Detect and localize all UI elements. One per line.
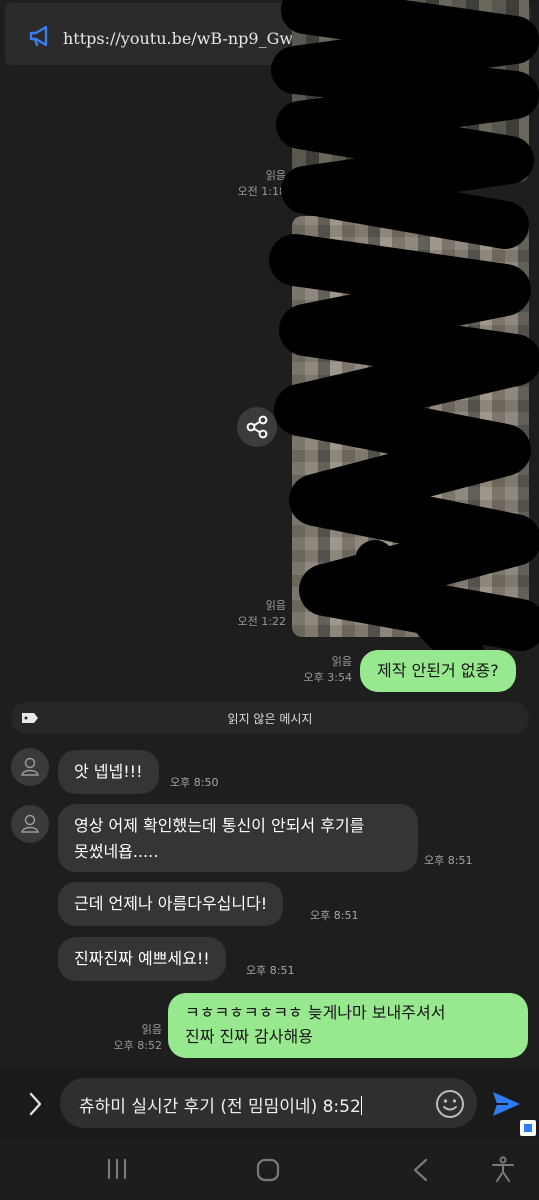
- megaphone-icon: [29, 25, 48, 47]
- message-input[interactable]: 츄하미 실시간 후기 (전 밈밈이네) 8:52: [60, 1078, 477, 1128]
- message-time: 오후 8:51: [246, 964, 295, 977]
- share-button[interactable]: [237, 407, 277, 447]
- message-text: ㅋㅎㅋㅎㅋㅎㅋㅎ 늦게나마 보내주셔서: [185, 1003, 446, 1022]
- incoming-message[interactable]: 앗 넵넵!!!: [58, 750, 159, 794]
- message-text: 근데 언제나 아름다우십니다!: [74, 894, 268, 913]
- message-text: 못썼네욥.....: [74, 842, 159, 861]
- message-text: 진짜진짜 예쁘세요!!: [74, 949, 210, 968]
- read-receipt: 읽음 오후 8:52: [113, 1023, 162, 1052]
- message-time: 오후 8:51: [310, 909, 359, 922]
- system-nav-bar: [0, 1140, 539, 1200]
- avatar[interactable]: [11, 805, 49, 843]
- accessibility-button[interactable]: [490, 1155, 516, 1187]
- unread-label: 읽지 않은 메시지: [227, 712, 313, 726]
- back-icon: [413, 1158, 428, 1182]
- smiley-icon: [436, 1090, 464, 1118]
- censor-scribble: [269, 0, 539, 675]
- message-text: 제작 안된거 없죵?: [377, 661, 499, 680]
- message-text: 진짜 진짜 감사해용: [185, 1027, 313, 1046]
- outgoing-message[interactable]: 제작 안된거 없죵?: [360, 650, 516, 692]
- person-icon: [21, 814, 39, 833]
- back-button[interactable]: [408, 1157, 434, 1187]
- chevron-right-icon: [29, 1092, 42, 1116]
- home-icon: [256, 1158, 280, 1182]
- person-icon: [21, 757, 39, 776]
- message-input-value: 츄하미 실시간 후기 (전 밈밈이네) 8:52: [79, 1097, 361, 1117]
- send-icon: [493, 1092, 520, 1116]
- corner-badge: [520, 1120, 536, 1136]
- expand-button[interactable]: [22, 1090, 48, 1122]
- incoming-message[interactable]: 근데 언제나 아름다우십니다!: [58, 882, 284, 926]
- message-time: 오후 8:51: [424, 854, 473, 867]
- incoming-message[interactable]: 영상 어제 확인했는데 통신이 안되서 후기를 못썼네욥.....: [58, 804, 418, 872]
- badge-icon: [524, 1124, 532, 1132]
- emoji-button[interactable]: [434, 1088, 466, 1124]
- recent-apps-button[interactable]: [104, 1157, 130, 1185]
- accessibility-icon: [492, 1156, 514, 1182]
- message-text: 앗 넵넵!!!: [74, 762, 143, 781]
- send-button[interactable]: [490, 1088, 522, 1124]
- read-receipt: 읽음 오후 3:54: [303, 655, 352, 684]
- home-button[interactable]: [255, 1157, 281, 1187]
- outgoing-message[interactable]: ㅋㅎㅋㅎㅋㅎㅋㅎ 늦게나마 보내주셔서 진짜 진짜 감사해용: [168, 993, 528, 1058]
- message-time: 오후 8:50: [170, 776, 219, 789]
- message-text: 영상 어제 확인했는데 통신이 안되서 후기를: [74, 816, 365, 835]
- avatar[interactable]: [11, 748, 49, 786]
- incoming-message[interactable]: 진짜진짜 예쁘세요!!: [58, 937, 226, 981]
- unread-divider: 읽지 않은 메시지: [11, 702, 529, 734]
- text-caret: [360, 1096, 362, 1115]
- recent-apps-icon: [107, 1158, 127, 1180]
- share-icon: [246, 415, 268, 439]
